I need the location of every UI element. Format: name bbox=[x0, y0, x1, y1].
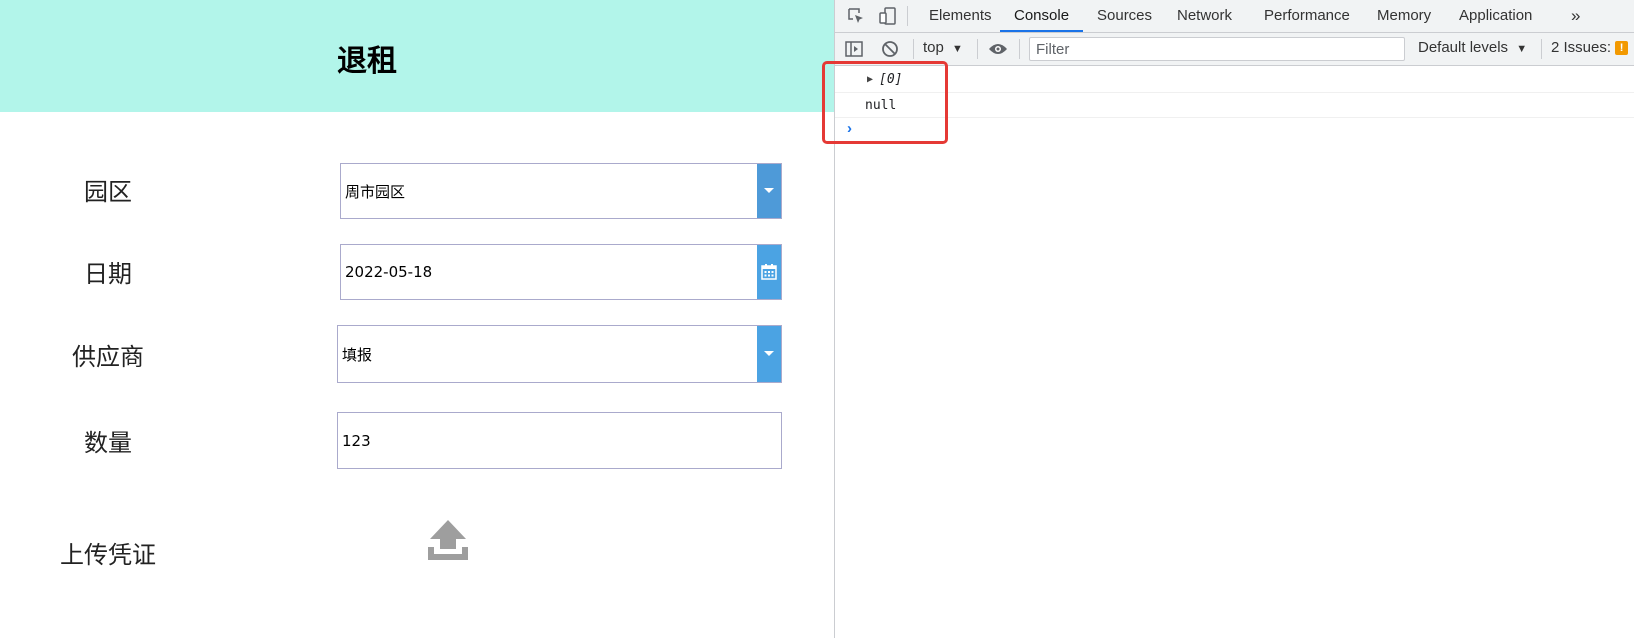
warning-icon: ! bbox=[1615, 41, 1629, 56]
issues-button[interactable]: 2 Issues:! bbox=[1551, 39, 1629, 56]
issues-count: 2 Issues: bbox=[1551, 39, 1612, 56]
park-label: 园区 bbox=[84, 178, 132, 206]
console-null-value: null bbox=[865, 98, 897, 113]
tab-elements[interactable]: Elements bbox=[915, 0, 1006, 32]
tab-network[interactable]: Network bbox=[1163, 0, 1246, 32]
log-levels-value: Default levels bbox=[1418, 39, 1509, 56]
devtools-panel: Elements Console Sources Network Perform… bbox=[834, 0, 1634, 638]
date-picker-button[interactable] bbox=[757, 245, 781, 299]
park-select-value: 周市园区 bbox=[345, 182, 406, 201]
quantity-input-value: 123 bbox=[342, 431, 371, 450]
console-filter-input[interactable] bbox=[1029, 37, 1405, 61]
supplier-select[interactable]: 填报 bbox=[337, 325, 782, 383]
page-title: 退租 bbox=[337, 44, 397, 79]
expand-triangle-icon[interactable]: ▶ bbox=[867, 74, 873, 85]
toolbar-divider bbox=[1541, 39, 1542, 59]
prompt-chevron-icon: › bbox=[847, 120, 852, 137]
supplier-label: 供应商 bbox=[72, 343, 144, 371]
date-label: 日期 bbox=[84, 260, 132, 288]
toolbar-divider bbox=[913, 39, 914, 59]
chevron-down-icon: ▼ bbox=[1516, 43, 1528, 55]
date-field[interactable]: 2022-05-18 bbox=[340, 244, 782, 300]
toolbar-divider bbox=[907, 6, 908, 26]
inspect-element-icon[interactable] bbox=[845, 5, 867, 27]
quantity-input[interactable]: 123 bbox=[337, 412, 782, 469]
device-toolbar-icon[interactable] bbox=[877, 5, 899, 27]
devtools-tab-bar: Elements Console Sources Network Perform… bbox=[835, 0, 1634, 33]
console-log-line[interactable]: ▶ [0] bbox=[835, 66, 1634, 93]
console-toolbar: top ▼ Default levels ▼ 2 Issues:! bbox=[835, 33, 1634, 66]
supplier-select-value: 填报 bbox=[342, 345, 373, 364]
chevron-down-icon bbox=[764, 351, 774, 356]
calendar-icon bbox=[761, 264, 777, 280]
console-array-value: [0] bbox=[879, 72, 903, 87]
upload-icon[interactable] bbox=[426, 519, 470, 561]
clear-console-icon[interactable] bbox=[879, 38, 901, 60]
quantity-label: 数量 bbox=[84, 429, 132, 457]
context-select[interactable]: top ▼ bbox=[923, 39, 963, 56]
tab-memory[interactable]: Memory bbox=[1363, 0, 1445, 32]
tab-console[interactable]: Console bbox=[1000, 0, 1084, 32]
console-log-line: null bbox=[835, 93, 1634, 118]
log-levels-select[interactable]: Default levels ▼ bbox=[1418, 39, 1527, 56]
sidebar-toggle-icon[interactable] bbox=[843, 38, 865, 60]
tab-performance[interactable]: Performance bbox=[1250, 0, 1364, 32]
toolbar-divider bbox=[1019, 39, 1020, 59]
console-prompt[interactable]: › bbox=[835, 118, 1634, 142]
live-expression-eye-icon[interactable] bbox=[987, 38, 1009, 60]
tab-sources[interactable]: Sources bbox=[1083, 0, 1166, 32]
console-output: ▶ [0] null › bbox=[835, 66, 1634, 142]
tab-application[interactable]: Application bbox=[1445, 0, 1546, 32]
more-tabs-icon[interactable]: » bbox=[1557, 0, 1594, 32]
park-dropdown-button[interactable] bbox=[757, 164, 781, 218]
context-select-value: top bbox=[923, 39, 944, 56]
toolbar-divider bbox=[977, 39, 978, 59]
app-header: 退租 bbox=[0, 0, 834, 112]
date-field-value: 2022-05-18 bbox=[345, 263, 433, 281]
chevron-down-icon bbox=[764, 188, 774, 193]
park-select[interactable]: 周市园区 bbox=[340, 163, 782, 219]
supplier-dropdown-button[interactable] bbox=[757, 326, 781, 382]
app-panel: 退租 园区 周市园区 日期 2022-05-18 供应商 填报 数量 123 上… bbox=[0, 0, 834, 638]
upload-label: 上传凭证 bbox=[60, 541, 156, 569]
chevron-down-icon: ▼ bbox=[952, 43, 963, 55]
